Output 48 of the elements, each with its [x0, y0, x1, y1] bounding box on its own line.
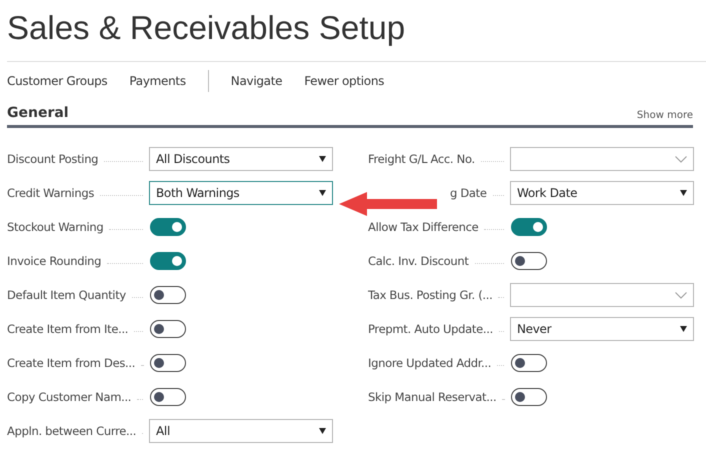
page-title: Sales & Receivables Setup [6, 8, 406, 48]
field-label: Calc. Inv. Discount [368, 254, 469, 268]
toggle-switch[interactable] [511, 252, 547, 270]
field-label: Freight G/L Acc. No. [368, 152, 475, 166]
toggle-switch[interactable] [511, 354, 547, 372]
field-label: Prepmt. Auto Update... [368, 322, 493, 336]
dropdown-field[interactable]: All [149, 419, 333, 443]
dropdown-field[interactable]: Both Warnings [149, 181, 333, 205]
toggle-switch[interactable] [150, 218, 186, 236]
toggle-switch[interactable] [150, 320, 186, 338]
field-label: Copy Customer Nam... [7, 390, 132, 404]
field-label: Appln. between Curre... [7, 424, 136, 438]
field-label: Default Item Quantity [7, 288, 126, 302]
caret-icon [680, 326, 687, 332]
show-more-link[interactable]: Show more [636, 110, 693, 121]
action-link[interactable]: Fewer options [304, 74, 384, 88]
chevron-icon [675, 292, 687, 298]
caret-icon [319, 156, 326, 162]
toggle-switch[interactable] [150, 286, 186, 304]
chevron-icon [675, 156, 687, 162]
field-label: Create Item from Des... [7, 356, 136, 370]
dropdown-field[interactable]: Work Date [510, 181, 694, 205]
field-label: Invoice Rounding [7, 254, 102, 268]
toggle-switch[interactable] [511, 218, 547, 236]
field-label: Tax Bus. Posting Gr. (... [368, 288, 492, 302]
field-label: g Date [450, 186, 487, 200]
caret-icon [319, 428, 326, 434]
field-label: Credit Warnings [7, 186, 94, 200]
field-label: Discount Posting [7, 152, 98, 166]
action-link[interactable]: Customer Groups [7, 74, 108, 88]
toggle-switch[interactable] [511, 388, 547, 406]
toggle-switch[interactable] [150, 354, 186, 372]
lookup-field[interactable] [510, 283, 694, 307]
toggle-switch[interactable] [150, 388, 186, 406]
field-label: Allow Tax Difference [368, 220, 478, 234]
field-label: Ignore Updated Addr... [368, 356, 492, 370]
section-title: General [7, 105, 69, 121]
dropdown-field[interactable]: All Discounts [149, 147, 333, 171]
field-label: Skip Manual Reservat... [368, 390, 496, 404]
field-label: Stockout Warning [7, 220, 104, 234]
caret-icon [680, 190, 687, 196]
field-label: Create Item from Ite... [7, 322, 128, 336]
caret-icon [319, 190, 326, 196]
action-link[interactable]: Payments [129, 74, 186, 88]
dropdown-field[interactable]: Never [510, 317, 694, 341]
lookup-field[interactable] [510, 147, 694, 171]
action-link[interactable]: Navigate [230, 74, 282, 88]
toggle-switch[interactable] [150, 252, 186, 270]
